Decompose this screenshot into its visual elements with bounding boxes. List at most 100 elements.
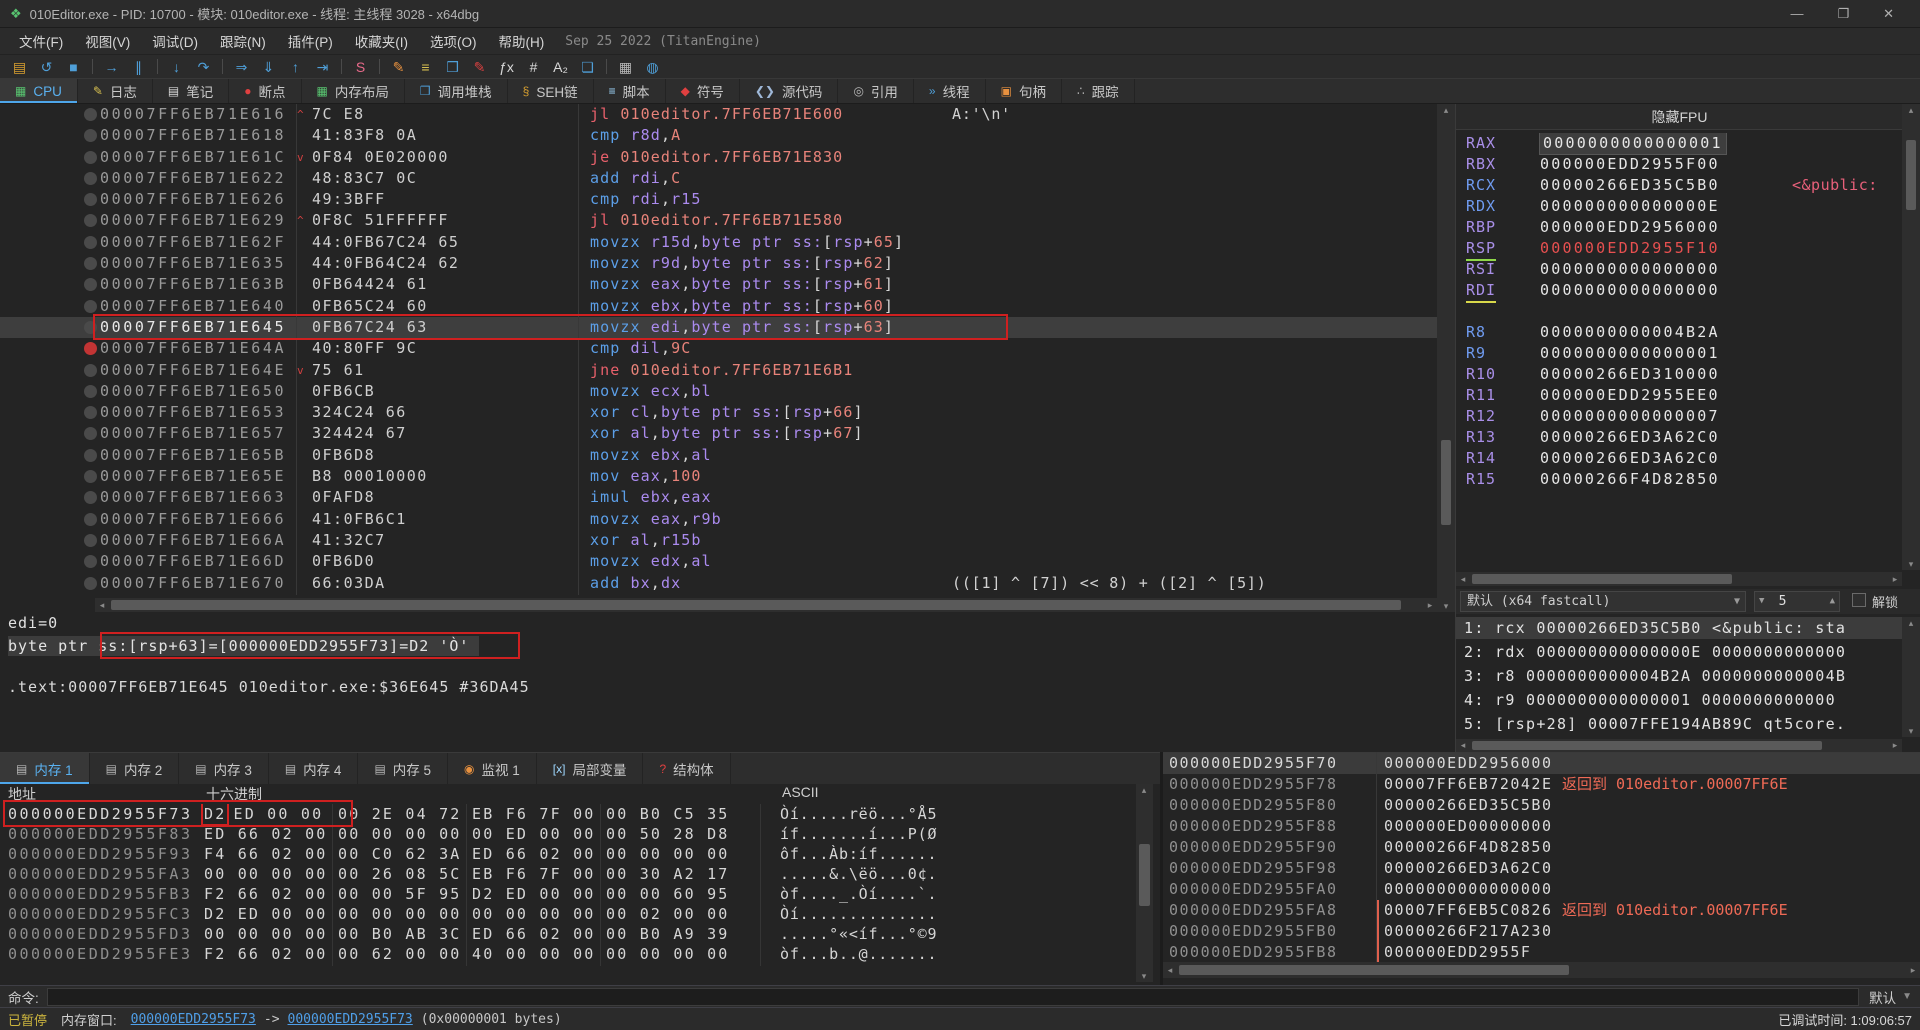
toolbar-icon[interactable]: ■ (60, 56, 87, 78)
toolbar-icon[interactable]: ↷ (190, 56, 217, 78)
toolbar-icon[interactable]: ⇥ (309, 56, 336, 78)
register-value[interactable]: 00000266ED3A62C0 (1540, 448, 1720, 469)
toolbar-icon[interactable]: ∥ (125, 56, 152, 78)
breakpoint-dot[interactable] (84, 278, 97, 291)
disasm-row[interactable]: 00007FF6EB71E626 49:3BFF cmp rdi,r15 (0, 189, 1437, 210)
toolbar-icon[interactable]: ≡ (412, 56, 439, 78)
breakpoint-dot[interactable] (84, 449, 97, 462)
register-value[interactable]: 000000EDD2955F00 (1540, 154, 1720, 175)
view-tab[interactable]: ▦ CPU (0, 79, 78, 103)
register-row[interactable]: R10 00000266ED310000 (1456, 364, 1920, 385)
memory-address-link[interactable]: 000000EDD2955F73 (127, 1012, 260, 1027)
toolbar-icon[interactable]: ▤ (6, 56, 33, 78)
toolbar-icon[interactable]: # (520, 56, 547, 78)
disasm-row[interactable]: 00007FF6EB71E65B 0FB6D8 movzx ebx,al (0, 445, 1437, 466)
view-tab[interactable]: ✎ 日志 (78, 79, 153, 103)
breakpoint-dot[interactable] (84, 214, 97, 227)
disasm-vscrollbar[interactable]: ▴ ▾ (1437, 104, 1455, 612)
toolbar-icon[interactable] (92, 59, 93, 74)
view-tab[interactable]: ∴ 跟踪 (1062, 79, 1135, 103)
register-value[interactable]: 0000000000000000 (1540, 280, 1720, 301)
register-row[interactable] (1456, 301, 1920, 322)
register-row[interactable]: R15 00000266F4D82850 (1456, 469, 1920, 490)
stack-row[interactable]: 000000EDD2955FB8 000000EDD2955F (1163, 942, 1920, 962)
register-row[interactable]: R9 0000000000000001 (1456, 343, 1920, 364)
disasm-row[interactable]: 00007FF6EB71E666 41:0FB6C1 movzx eax,r9b (0, 509, 1437, 530)
breakpoint-dot[interactable] (84, 534, 97, 547)
menu-item[interactable]: 文件(F) (8, 31, 74, 51)
breakpoint-dot[interactable] (84, 151, 97, 164)
hex-dump-row[interactable]: 000000EDD2955FA3 00 00 00 00 00 26 08 5C… (0, 864, 1160, 884)
toolbar-icon[interactable] (157, 59, 158, 74)
breakpoint-dot[interactable] (84, 406, 97, 419)
memory-tab[interactable]: ▤ 内存 1 (0, 753, 90, 784)
disasm-row[interactable]: 00007FF6EB71E657 324424 67 xor al,byte p… (0, 423, 1437, 444)
toolbar-icon[interactable] (379, 59, 380, 74)
breakpoint-dot[interactable] (84, 364, 97, 377)
toolbar-icon[interactable]: ❒ (439, 56, 466, 78)
disasm-row[interactable]: 00007FF6EB71E616 ^ 7C E8 jl 010editor.7F… (0, 104, 1437, 125)
view-tab[interactable]: ◎ 引用 (838, 79, 913, 103)
toolbar-icon[interactable]: A₂ (547, 56, 574, 78)
disasm-row[interactable]: 00007FF6EB71E640 0FB65C24 60 movzx ebx,b… (0, 296, 1437, 317)
register-row[interactable]: R12 0000000000000007 (1456, 406, 1920, 427)
register-value[interactable]: 000000000000000E (1540, 196, 1720, 217)
view-tab[interactable]: § SEH链 (508, 79, 594, 103)
stack-row[interactable]: 000000EDD2955F88 000000ED00000000 (1163, 816, 1920, 837)
argument-row[interactable]: 1: rcx 00000266ED35C5B0 <&public: sta (1456, 617, 1902, 639)
register-row[interactable]: R14 00000266ED3A62C0 (1456, 448, 1920, 469)
memory-tab[interactable]: ◉ 监视 1 (448, 753, 537, 784)
disasm-row[interactable]: 00007FF6EB71E650 0FB6CB movzx ecx,bl (0, 381, 1437, 402)
menu-item[interactable]: 选项(O) (419, 31, 488, 51)
register-value[interactable]: 00000266F4D82850 (1540, 469, 1720, 490)
stack-row[interactable]: 000000EDD2955F78 00007FF6EB72042E 返回到 01… (1163, 774, 1920, 795)
breakpoint-dot[interactable] (84, 342, 97, 355)
argument-count-stepper[interactable]: ▼ 5 ▲ (1754, 591, 1840, 612)
close-button[interactable]: ✕ (1883, 6, 1894, 22)
toolbar-icon[interactable]: ⇒ (228, 56, 255, 78)
disasm-row[interactable]: 00007FF6EB71E63B 0FB64424 61 movzx eax,b… (0, 274, 1437, 295)
hex-dump-row[interactable]: 000000EDD2955F93 F4 66 02 00 00 C0 62 3A… (0, 844, 1160, 864)
toolbar-icon[interactable] (341, 59, 342, 74)
disasm-row[interactable]: 00007FF6EB71E65E B8 00010000 mov eax,100 (0, 466, 1437, 487)
registers-hscrollbar[interactable]: ◂ ▸ (1456, 572, 1902, 586)
menu-item[interactable]: 跟踪(N) (209, 31, 277, 51)
stack-row[interactable]: 000000EDD2955F80 00000266ED35C5B0 (1163, 795, 1920, 816)
toolbar-icon[interactable] (606, 59, 607, 74)
chevron-up-icon[interactable]: ▲ (1830, 592, 1835, 611)
disasm-row[interactable]: 00007FF6EB71E62F 44:0FB67C24 65 movzx r1… (0, 232, 1437, 253)
hex-dump-row[interactable]: 000000EDD2955FE3 F2 66 02 00 00 62 00 00… (0, 944, 1160, 964)
register-row[interactable]: R11 000000EDD2955EE0 (1456, 385, 1920, 406)
maximize-button[interactable]: ❐ (1837, 6, 1849, 22)
breakpoint-dot[interactable] (84, 427, 97, 440)
register-value[interactable]: 0000000000000001 (1540, 133, 1726, 154)
disasm-row[interactable]: 00007FF6EB71E645 0FB67C24 63 movzx edi,b… (0, 317, 1437, 338)
stack-row[interactable]: 000000EDD2955F90 00000266F4D82850 (1163, 837, 1920, 858)
toolbar-icon[interactable]: ✎ (385, 56, 412, 78)
chevron-down-icon[interactable]: ▼ (1759, 592, 1764, 611)
menu-item[interactable]: 插件(P) (277, 31, 344, 51)
register-value[interactable]: 00000266ED3A62C0 (1540, 427, 1720, 448)
hide-fpu-button[interactable]: 隐藏FPU (1456, 104, 1903, 130)
toolbar-icon[interactable]: ▦ (612, 56, 639, 78)
register-value[interactable]: 0000000000000000 (1540, 259, 1720, 280)
disasm-row[interactable]: 00007FF6EB71E61C v 0F84 0E020000 je 010e… (0, 147, 1437, 168)
stack-row[interactable]: 000000EDD2955F98 00000266ED3A62C0 (1163, 858, 1920, 879)
toolbar-icon[interactable]: → (98, 56, 125, 78)
breakpoint-dot[interactable] (84, 129, 97, 142)
register-row[interactable]: RBX 000000EDD2955F00 (1456, 154, 1920, 175)
disasm-row[interactable]: 00007FF6EB71E629 ^ 0F8C 51FFFFFF jl 010e… (0, 210, 1437, 231)
memory-tab[interactable]: ▤ 内存 3 (179, 753, 269, 784)
dump-vscrollbar[interactable]: ▴ ▾ (1136, 784, 1153, 982)
calling-convention-select[interactable]: 默认 (x64 fastcall) ▼ (1460, 591, 1746, 612)
arguments-hscrollbar[interactable]: ◂ ▸ (1456, 739, 1902, 752)
view-tab[interactable]: ▤ 笔记 (153, 79, 229, 103)
register-row[interactable]: R13 00000266ED3A62C0 (1456, 427, 1920, 448)
register-row[interactable]: R8 0000000000004B2A (1456, 322, 1920, 343)
disasm-row[interactable]: 00007FF6EB71E618 41:83F8 0A cmp r8d,A (0, 125, 1437, 146)
argument-row[interactable]: 4: r9 0000000000000001 0000000000000 (1456, 689, 1902, 711)
disasm-row[interactable]: 00007FF6EB71E64E v 75 61 jne 010editor.7… (0, 360, 1437, 381)
disasm-row[interactable]: 00007FF6EB71E653 324C24 66 xor cl,byte p… (0, 402, 1437, 423)
register-value[interactable]: 00000266ED35C5B0 (1540, 175, 1720, 196)
toolbar-icon[interactable]: S (347, 56, 374, 78)
